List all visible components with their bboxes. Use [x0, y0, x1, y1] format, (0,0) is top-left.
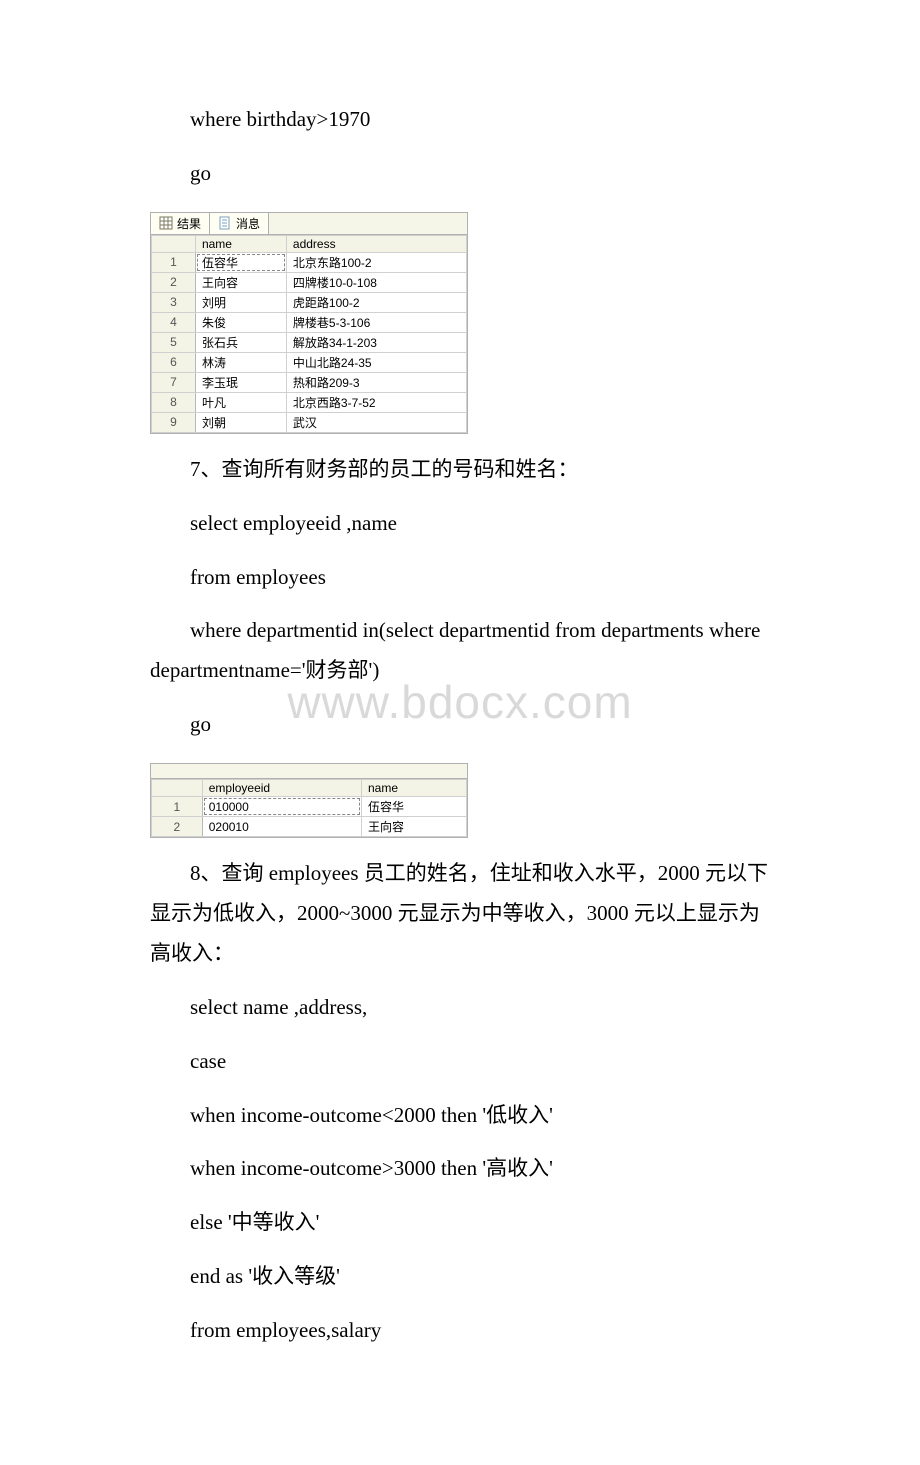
table-row[interactable]: 1 伍容华 北京东路100-2: [152, 252, 467, 272]
tab-messages[interactable]: 消息: [210, 213, 269, 234]
cell[interactable]: 刘朝: [195, 412, 286, 432]
row-number: 1: [152, 797, 203, 817]
cell[interactable]: 刘明: [195, 292, 286, 312]
tab-results[interactable]: 结果: [151, 213, 210, 234]
row-header-blank: [152, 780, 203, 797]
cell[interactable]: 武汉: [286, 412, 466, 432]
row-number: 9: [152, 412, 196, 432]
table-row[interactable]: 1 010000 伍容华: [152, 797, 467, 817]
grid-icon: [159, 216, 173, 230]
cell[interactable]: 热和路209-3: [286, 372, 466, 392]
result-table-2: employeeid name 1 010000 伍容华 2 020010 王向…: [151, 779, 467, 837]
col-header[interactable]: address: [286, 235, 466, 252]
cell[interactable]: 张石兵: [195, 332, 286, 352]
cell[interactable]: 010000: [202, 797, 361, 817]
cell[interactable]: 牌楼巷5-3-106: [286, 312, 466, 332]
code-line: from employees: [150, 558, 770, 598]
code-line: case: [150, 1042, 770, 1082]
cell[interactable]: 叶凡: [195, 392, 286, 412]
code-line: end as '收入等级': [150, 1257, 770, 1297]
sql-results-pane: 结果 消息 name address: [150, 212, 468, 434]
tab-results-label: 结果: [177, 215, 201, 232]
col-header[interactable]: name: [195, 235, 286, 252]
question-title: 8、查询 employees 员工的姓名，住址和收入水平，2000 元以下显示为…: [150, 854, 770, 974]
table-row[interactable]: 4 朱俊 牌楼巷5-3-106: [152, 312, 467, 332]
col-header[interactable]: name: [362, 780, 467, 797]
cell[interactable]: 伍容华: [195, 252, 286, 272]
row-number: 2: [152, 272, 196, 292]
table-row[interactable]: 5 张石兵 解放路34-1-203: [152, 332, 467, 352]
table-row[interactable]: 2 020010 王向容: [152, 817, 467, 837]
question-title: 7、查询所有财务部的员工的号码和姓名：: [150, 450, 770, 490]
document-icon: [218, 216, 232, 230]
document-icon: [201, 764, 215, 778]
code-line: go: [150, 705, 770, 745]
code-line: where departmentid in(select departmenti…: [150, 611, 770, 691]
result-table-1: name address 1 伍容华 北京东路100-2 2 王向容 四牌楼10…: [151, 235, 467, 433]
cell[interactable]: 四牌楼10-0-108: [286, 272, 466, 292]
row-number: 7: [152, 372, 196, 392]
result-tabs-cropped: [151, 764, 467, 779]
code-line: from employees,salary: [150, 1311, 770, 1351]
table-header-row: employeeid name: [152, 780, 467, 797]
code-line: select employeeid ,name: [150, 504, 770, 544]
row-number: 5: [152, 332, 196, 352]
table-row[interactable]: 6 林涛 中山北路24-35: [152, 352, 467, 372]
code-line: select name ,address,: [150, 988, 770, 1028]
code-line: go: [150, 154, 770, 194]
tab-messages-label: 消息: [236, 215, 260, 232]
cell[interactable]: 虎距路100-2: [286, 292, 466, 312]
cell[interactable]: 李玉珉: [195, 372, 286, 392]
table-row[interactable]: 8 叶凡 北京西路3-7-52: [152, 392, 467, 412]
cell[interactable]: 北京东路100-2: [286, 252, 466, 272]
cell[interactable]: 中山北路24-35: [286, 352, 466, 372]
table-row[interactable]: 3 刘明 虎距路100-2: [152, 292, 467, 312]
table-row[interactable]: 9 刘朝 武汉: [152, 412, 467, 432]
cell[interactable]: 伍容华: [362, 797, 467, 817]
cell[interactable]: 朱俊: [195, 312, 286, 332]
cell[interactable]: 王向容: [362, 817, 467, 837]
row-header-blank: [152, 235, 196, 252]
result-tabs: 结果 消息: [151, 213, 467, 235]
table-row[interactable]: 2 王向容 四牌楼10-0-108: [152, 272, 467, 292]
code-line: where birthday>1970: [150, 100, 770, 140]
sql-results-pane: employeeid name 1 010000 伍容华 2 020010 王向…: [150, 763, 468, 838]
cell[interactable]: 解放路34-1-203: [286, 332, 466, 352]
row-number: 1: [152, 252, 196, 272]
cell[interactable]: 王向容: [195, 272, 286, 292]
cell[interactable]: 北京西路3-7-52: [286, 392, 466, 412]
row-number: 6: [152, 352, 196, 372]
code-line: when income-outcome<2000 then '低收入': [150, 1096, 770, 1136]
row-number: 8: [152, 392, 196, 412]
col-header[interactable]: employeeid: [202, 780, 361, 797]
code-line: when income-outcome>3000 then '高收入': [150, 1149, 770, 1189]
code-line: else '中等收入': [150, 1203, 770, 1243]
row-number: 4: [152, 312, 196, 332]
row-number: 3: [152, 292, 196, 312]
table-row[interactable]: 7 李玉珉 热和路209-3: [152, 372, 467, 392]
cell[interactable]: 林涛: [195, 352, 286, 372]
cell[interactable]: 020010: [202, 817, 361, 837]
row-number: 2: [152, 817, 203, 837]
table-header-row: name address: [152, 235, 467, 252]
